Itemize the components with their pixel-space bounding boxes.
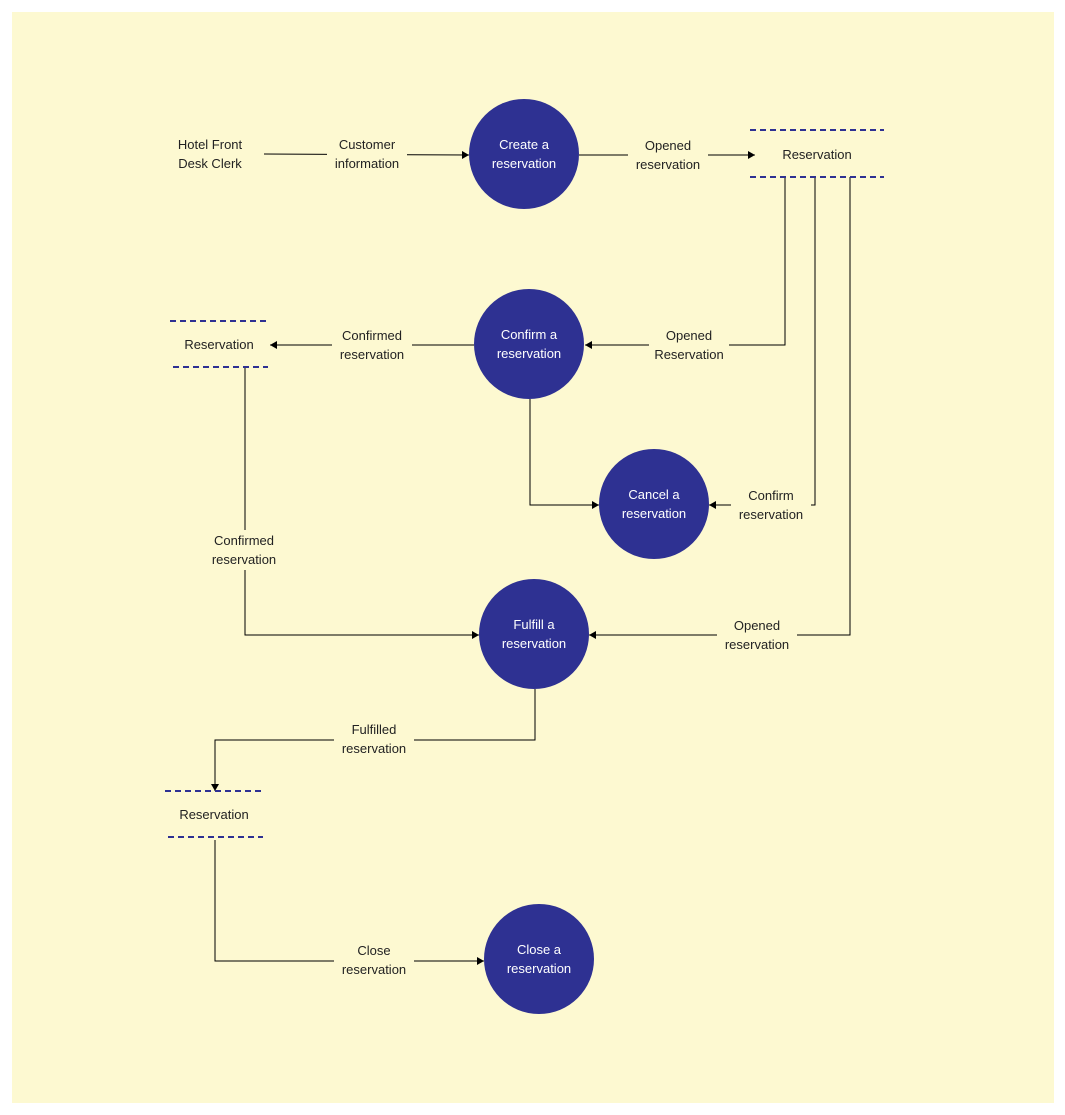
process-create-reservation[interactable]: Create a reservation — [469, 99, 579, 209]
flow-label-line1: Confirmed — [214, 533, 274, 548]
flow-label: Close reservation — [334, 940, 414, 980]
process-circle — [474, 289, 584, 399]
flow-label: Fulfilled reservation — [334, 719, 414, 759]
flow-label-line2: Reservation — [654, 347, 723, 362]
flow-label-line2: information — [335, 156, 399, 171]
flow-label: Opened reservation — [717, 615, 797, 655]
data-store-reservation-3[interactable]: Reservation — [179, 807, 248, 822]
flow-label: Opened reservation — [628, 135, 708, 175]
process-circle — [469, 99, 579, 209]
process-fulfill-reservation[interactable]: Fulfill a reservation — [479, 579, 589, 689]
process-cancel-reservation[interactable]: Cancel a reservation — [599, 449, 709, 559]
flow-label-line2: reservation — [342, 962, 406, 977]
process-label-line1: Confirm a — [501, 327, 558, 342]
flow-label-line1: Opened — [666, 328, 712, 343]
flow-label-line1: Customer — [339, 137, 396, 152]
flow-label: Confirm reservation — [731, 485, 811, 525]
flow-label-line1: Opened — [645, 138, 691, 153]
data-store-reservation-2[interactable]: Reservation — [184, 337, 253, 352]
flow-label-line2: reservation — [739, 507, 803, 522]
process-circle — [479, 579, 589, 689]
entity-label-line1: Hotel Front — [178, 137, 243, 152]
process-label-line1: Cancel a — [628, 487, 680, 502]
flow-label-line1: Opened — [734, 618, 780, 633]
process-label-line2: reservation — [492, 156, 556, 171]
process-label-line2: reservation — [622, 506, 686, 521]
flow-label-line2: reservation — [342, 741, 406, 756]
flow-label-line2: reservation — [725, 637, 789, 652]
flow-label: Opened Reservation — [649, 325, 729, 365]
data-store-reservation-1[interactable]: Reservation — [782, 147, 851, 162]
process-label-line1: Create a — [499, 137, 550, 152]
flow-label-line2: reservation — [636, 157, 700, 172]
process-label-line1: Fulfill a — [513, 617, 555, 632]
flow-label: Confirmed reservation — [204, 530, 284, 570]
process-circle — [484, 904, 594, 1014]
flow-label-line1: Confirmed — [342, 328, 402, 343]
process-label-line2: reservation — [502, 636, 566, 651]
flow-label: Confirmed reservation — [332, 325, 412, 365]
process-close-reservation[interactable]: Close a reservation — [484, 904, 594, 1014]
flow-label-line2: reservation — [340, 347, 404, 362]
flow-label-line1: Fulfilled — [352, 722, 397, 737]
data-flow-diagram: Reservation Reservation Reservation Hote… — [12, 12, 1054, 1103]
flow-label-line2: reservation — [212, 552, 276, 567]
process-label-line2: reservation — [497, 346, 561, 361]
process-label-line2: reservation — [507, 961, 571, 976]
flow-label: Customer information — [327, 134, 407, 174]
flow-label-line1: Close — [357, 943, 390, 958]
process-confirm-reservation[interactable]: Confirm a reservation — [474, 289, 584, 399]
entity-label-line2: Desk Clerk — [178, 156, 242, 171]
flow-label-line1: Confirm — [748, 488, 794, 503]
process-label-line1: Close a — [517, 942, 562, 957]
process-circle — [599, 449, 709, 559]
